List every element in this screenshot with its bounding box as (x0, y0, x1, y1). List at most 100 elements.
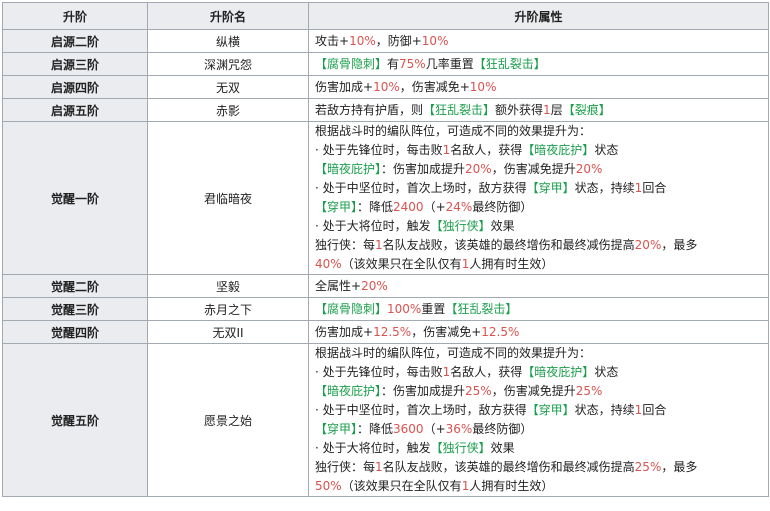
plain-text: 名队友战败，该英雄的最终增伤和最终减伤提高 (382, 238, 635, 252)
plain-text: ，最多 (661, 460, 698, 474)
plain-text: 名队友战败，该英雄的最终增伤和最终减伤提高 (382, 460, 635, 474)
plain-text: （+ (423, 422, 446, 436)
keyword-text: 【穿甲】 (315, 200, 358, 214)
plain-text: 全属性+ (315, 278, 362, 293)
plain-text: 状态，持续 (574, 181, 635, 195)
keyword-text: 【独行侠】 (430, 219, 491, 233)
attribute-cell: 根据战斗时的编队阵位，可造成不同的效果提升为： · 处于先锋位时，每击败1名敌人，… (308, 343, 769, 497)
attribute-line: 若敌方持有护盾，则【狂乱裂击】额外获得1层【裂痕】 (315, 101, 762, 120)
keyword-text: 【独行侠】 (430, 441, 491, 455)
plain-text: · 处于大将位时，触发 (315, 219, 431, 233)
plain-text: ，伤害减免提升 (491, 162, 576, 176)
attribute-line: · 处于中坚位时，首次上场时，敌方获得【穿甲】状态，持续1回合 (315, 179, 762, 198)
stage-cell: 觉醒五阶 (2, 343, 148, 497)
plain-text: 最终防御） (472, 422, 533, 436)
attribute-line: 【暗夜庇护】：伤害加成提升25%，伤害减免提升25% (315, 382, 762, 401)
plain-text: 状态 (594, 143, 619, 157)
value-text: 25% (575, 384, 603, 398)
attribute-line: 攻击+10%，防御+10% (315, 32, 762, 51)
attribute-line: 【暗夜庇护】：伤害加成提升20%，伤害减免提升20% (315, 160, 762, 179)
plain-text: 独行侠：每 (315, 238, 376, 252)
value-text: 10% (421, 33, 449, 48)
value-text: 100% (387, 301, 422, 316)
stage-name-cell: 无双 (147, 75, 309, 99)
plain-text: 人拥有时生效） (469, 479, 554, 493)
plain-text: 有 (387, 56, 400, 71)
value-text: 36% (445, 422, 473, 436)
table-row: 觉醒三阶 赤月之下 【腐骨隐刺】100%重置【狂乱裂击】 (2, 297, 769, 321)
keyword-text: 【腐骨隐刺】 (315, 56, 388, 71)
plain-text: 几率重置 (425, 56, 474, 71)
keyword-text: 【狂乱裂击】 (473, 56, 546, 71)
value-text: 12.5% (373, 324, 412, 339)
plain-text: 额外获得 (495, 102, 544, 117)
value-text: 25% (465, 384, 492, 398)
plain-text: （该效果只在全队仅有 (341, 257, 462, 271)
stage-name-cell: 赤影 (147, 98, 309, 122)
plain-text: 回合 (642, 403, 667, 417)
plain-text: 效果 (490, 219, 515, 233)
attribute-cell: 伤害加成+12.5%，伤害减免+12.5% (308, 320, 769, 344)
plain-text: 最终防御） (472, 200, 533, 214)
value-text: 10% (373, 79, 400, 94)
plain-text: 层 (550, 102, 563, 117)
attribute-line: 独行侠：每1名队友战败，该英雄的最终增伤和最终减伤提高25%，最多 (315, 458, 762, 477)
value-text: 75% (399, 56, 426, 71)
plain-text: （+ (423, 200, 446, 214)
plain-text: 根据战斗时的编队阵位，可造成不同的效果提升为： (315, 346, 592, 360)
plain-text: 回合 (642, 181, 667, 195)
plain-text: 状态 (594, 365, 619, 379)
header-stage: 升阶 (2, 2, 148, 30)
table-row: 启源二阶 纵横 攻击+10%，防御+10% (2, 29, 769, 53)
keyword-text: 【狂乱裂击】 (423, 102, 496, 117)
stage-name-cell: 无双II (147, 320, 309, 344)
stage-cell: 觉醒四阶 (2, 320, 148, 344)
plain-text: 名敌人，获得 (450, 365, 523, 379)
plain-text: 名敌人，获得 (450, 143, 523, 157)
table-row: 启源三阶 深渊咒怨 【腐骨隐刺】有75%几率重置【狂乱裂击】 (2, 52, 769, 76)
attribute-line: · 处于先锋位时，每击败1名敌人，获得【暗夜庇护】状态 (315, 363, 762, 382)
plain-text: ：伤害加成提升 (381, 384, 466, 398)
value-text: 10% (469, 79, 497, 94)
value-text: 20% (465, 162, 492, 176)
plain-text: ，伤害减免提升 (491, 384, 576, 398)
attribute-cell: 伤害加成+10%，伤害减免+10% (308, 75, 769, 99)
value-text: 1 (375, 238, 383, 252)
keyword-text: 【暗夜庇护】 (522, 365, 595, 379)
stage-name-cell: 愿景之始 (147, 343, 309, 497)
attribute-line: 全属性+20% (315, 277, 762, 296)
attribute-line: 根据战斗时的编队阵位，可造成不同的效果提升为： (315, 122, 762, 141)
attribute-line: 【腐骨隐刺】有75%几率重置【狂乱裂击】 (315, 55, 762, 74)
attribute-line: 40%（该效果只在全队仅有1人拥有时生效） (315, 255, 762, 274)
attribute-cell: 【腐骨隐刺】100%重置【狂乱裂击】 (308, 297, 769, 321)
attribute-line: 【穿甲】：降低2400（+24%最终防御） (315, 198, 762, 217)
plain-text: 状态，持续 (574, 403, 635, 417)
plain-text: 效果 (490, 441, 515, 455)
plain-text: · 处于大将位时，触发 (315, 441, 431, 455)
plain-text: ：降低 (357, 200, 394, 214)
table-body: 启源二阶 纵横 攻击+10%，防御+10% 启源三阶 深渊咒怨 【腐骨隐刺】有75%几率重… (2, 29, 769, 497)
value-text: 2400 (393, 200, 424, 214)
value-text: 40% (315, 257, 342, 271)
plain-text: · 处于先锋位时，每击败 (315, 365, 443, 379)
table-row: 启源五阶 赤影 若敌方持有护盾，则【狂乱裂击】额外获得1层【裂痕】 (2, 98, 769, 122)
keyword-text: 【暗夜庇护】 (315, 384, 382, 398)
attribute-line: · 处于中坚位时，首次上场时，敌方获得【穿甲】状态，持续1回合 (315, 401, 762, 420)
value-text: 3600 (393, 422, 424, 436)
plain-text: 人拥有时生效） (469, 257, 554, 271)
attribute-cell: 全属性+20% (308, 274, 769, 298)
stage-cell: 觉醒二阶 (2, 274, 148, 298)
value-text: 1 (375, 460, 383, 474)
table-row: 启源四阶 无双 伤害加成+10%，伤害减免+10% (2, 75, 769, 99)
value-text: 12.5% (481, 324, 520, 339)
stage-cell: 启源二阶 (2, 29, 148, 53)
attribute-line: 【穿甲】：降低3600（+36%最终防御） (315, 420, 762, 439)
plain-text: （该效果只在全队仅有 (341, 479, 462, 493)
value-text: 1 (543, 102, 551, 117)
plain-text: · 处于先锋位时，每击败 (315, 143, 443, 157)
keyword-text: 【腐骨隐刺】 (315, 301, 388, 316)
keyword-text: 【暗夜庇护】 (522, 143, 595, 157)
plain-text: 若敌方持有护盾，则 (315, 102, 424, 117)
plain-text: ，伤害减免+ (399, 79, 470, 94)
attribute-line: 伤害加成+12.5%，伤害减免+12.5% (315, 323, 762, 342)
